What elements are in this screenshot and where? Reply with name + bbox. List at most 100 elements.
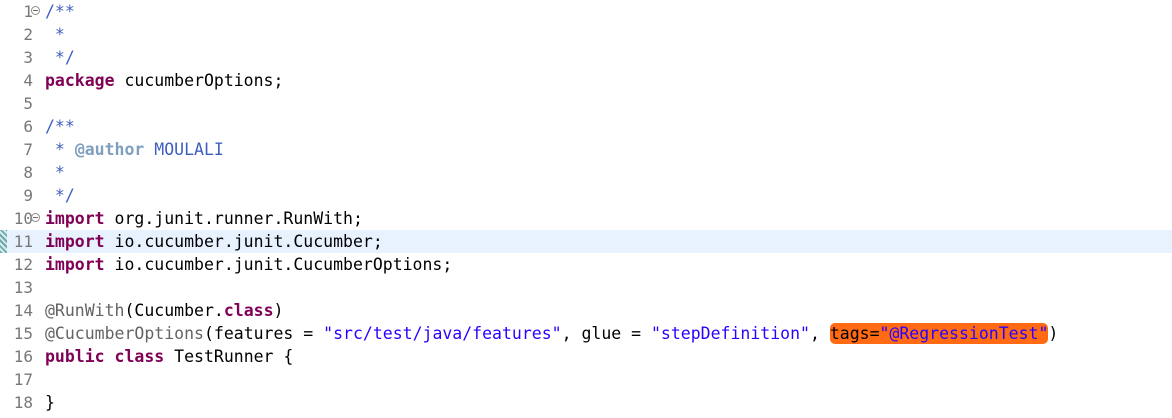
fold-collapse-icon[interactable] [31,6,40,15]
line-number: 13 [13,278,33,297]
line-gutter: 14 [0,299,41,322]
line-gutter: 16 [0,345,41,368]
keyword: import [45,255,105,274]
line-number: 6 [23,117,33,136]
line-code: /** [45,0,75,23]
line-code: */ [45,184,75,207]
line-number: 12 [13,255,33,274]
line-number: 10 [13,209,33,228]
line-number: 17 [13,370,33,389]
line-gutter: 10 [0,207,41,230]
line-number: 9 [23,186,33,205]
comment-text: MOULALI [144,140,224,159]
line-gutter: 5 [0,92,41,115]
code-text: (features = [203,324,324,343]
line-gutter: 6 [0,115,41,138]
line-number: 14 [13,301,33,320]
line-code: /** [45,115,75,138]
line-code: @CucumberOptions(features = "src/test/ja… [45,322,1058,345]
line-number: 8 [23,163,33,182]
line-gutter: 3 [0,46,41,69]
line-gutter: 1 [0,0,41,23]
code-line[interactable]: 12 import io.cucumber.junit.CucumberOpti… [0,253,1172,276]
line-code: package cucumberOptions; [45,69,283,92]
line-gutter: 17 [0,368,41,391]
comment-text: /** [45,2,75,21]
code-line[interactable]: 16 public class TestRunner { [0,345,1172,368]
line-code: * @author MOULALI [45,138,224,161]
code-text: io.cucumber.junit.Cucumber; [104,232,383,251]
code-line[interactable]: 7 * @author MOULALI [0,138,1172,161]
line-code: import io.cucumber.junit.Cucumber; [45,230,383,253]
code-line[interactable]: 10 import org.junit.runner.RunWith; [0,207,1172,230]
current-code-line[interactable]: 11 import io.cucumber.junit.Cucumber; [0,230,1172,253]
code-line[interactable]: 3 */ [0,46,1172,69]
line-number: 11 [13,232,33,251]
line-code: * [45,161,65,184]
code-line[interactable]: 5 [0,92,1172,115]
code-line[interactable]: 9 */ [0,184,1172,207]
code-text: io.cucumber.junit.CucumberOptions; [104,255,453,274]
keyword: class [114,347,165,366]
annotation: @RunWith [45,301,125,320]
line-gutter: 18 [0,391,41,414]
line-code: import org.junit.runner.RunWith; [45,207,363,230]
highlighted-tags-option: tags="@RegressionTest" [829,323,1049,344]
code-line[interactable]: 6 /** [0,115,1172,138]
line-number: 3 [23,48,33,67]
line-code: } [45,391,55,414]
line-number: 18 [13,393,33,412]
comment-text: */ [45,48,75,67]
code-line[interactable]: 4 package cucumberOptions; [0,69,1172,92]
code-text: , [809,324,830,343]
string-literal: "src/test/java/features" [323,324,562,343]
comment-text: /** [45,117,75,136]
code-line[interactable]: 17 [0,368,1172,391]
comment-text: * [45,25,65,44]
line-gutter: 15 [0,322,41,345]
code-text: TestRunner { [164,347,294,366]
keyword: import [45,232,105,251]
code-line[interactable]: 18 } [0,391,1172,414]
line-code: */ [45,46,75,69]
line-gutter: 11 [0,230,41,253]
line-gutter: 4 [0,69,41,92]
line-code: public class TestRunner { [45,345,293,368]
code-text: } [45,393,55,412]
line-number: 4 [23,71,33,90]
code-line[interactable]: 2 * [0,23,1172,46]
fold-collapse-icon[interactable] [31,213,40,222]
code-line[interactable]: 14 @RunWith(Cucumber.class) [0,299,1172,322]
code-text: ) [1048,324,1059,343]
line-gutter: 7 [0,138,41,161]
line-number: 15 [13,324,33,343]
annotation: @CucumberOptions [45,324,204,343]
line-number: 2 [23,25,33,44]
line-code: * [45,23,65,46]
code-line[interactable]: 1 /** [0,0,1172,23]
comment-text: * [45,140,75,159]
line-number: 5 [23,94,33,113]
line-number: 16 [13,347,33,366]
line-code: @RunWith(Cucumber.class) [45,299,283,322]
keyword: package [45,71,115,90]
keyword: public [45,347,105,366]
code-text: org.junit.runner.RunWith; [104,209,363,228]
code-line[interactable]: 15 @CucumberOptions(features = "src/test… [0,322,1172,345]
code-text: tags= [829,324,880,343]
line-gutter: 12 [0,253,41,276]
code-text: cucumberOptions; [114,71,284,90]
javadoc-tag: @author [74,140,145,159]
line-code: import io.cucumber.junit.CucumberOptions… [45,253,452,276]
keyword: class [223,301,274,320]
line-gutter: 2 [0,23,41,46]
code-text: (Cucumber. [124,301,224,320]
code-editor[interactable]: 1 /** 2 * 3 */ 4 package cucumberOptions… [0,0,1172,418]
code-text: ) [273,301,284,320]
code-text: , glue = [561,324,651,343]
line-number: 7 [23,140,33,159]
line-gutter: 8 [0,161,41,184]
code-line[interactable]: 8 * [0,161,1172,184]
string-literal: "@RegressionTest" [879,324,1049,343]
code-line[interactable]: 13 [0,276,1172,299]
